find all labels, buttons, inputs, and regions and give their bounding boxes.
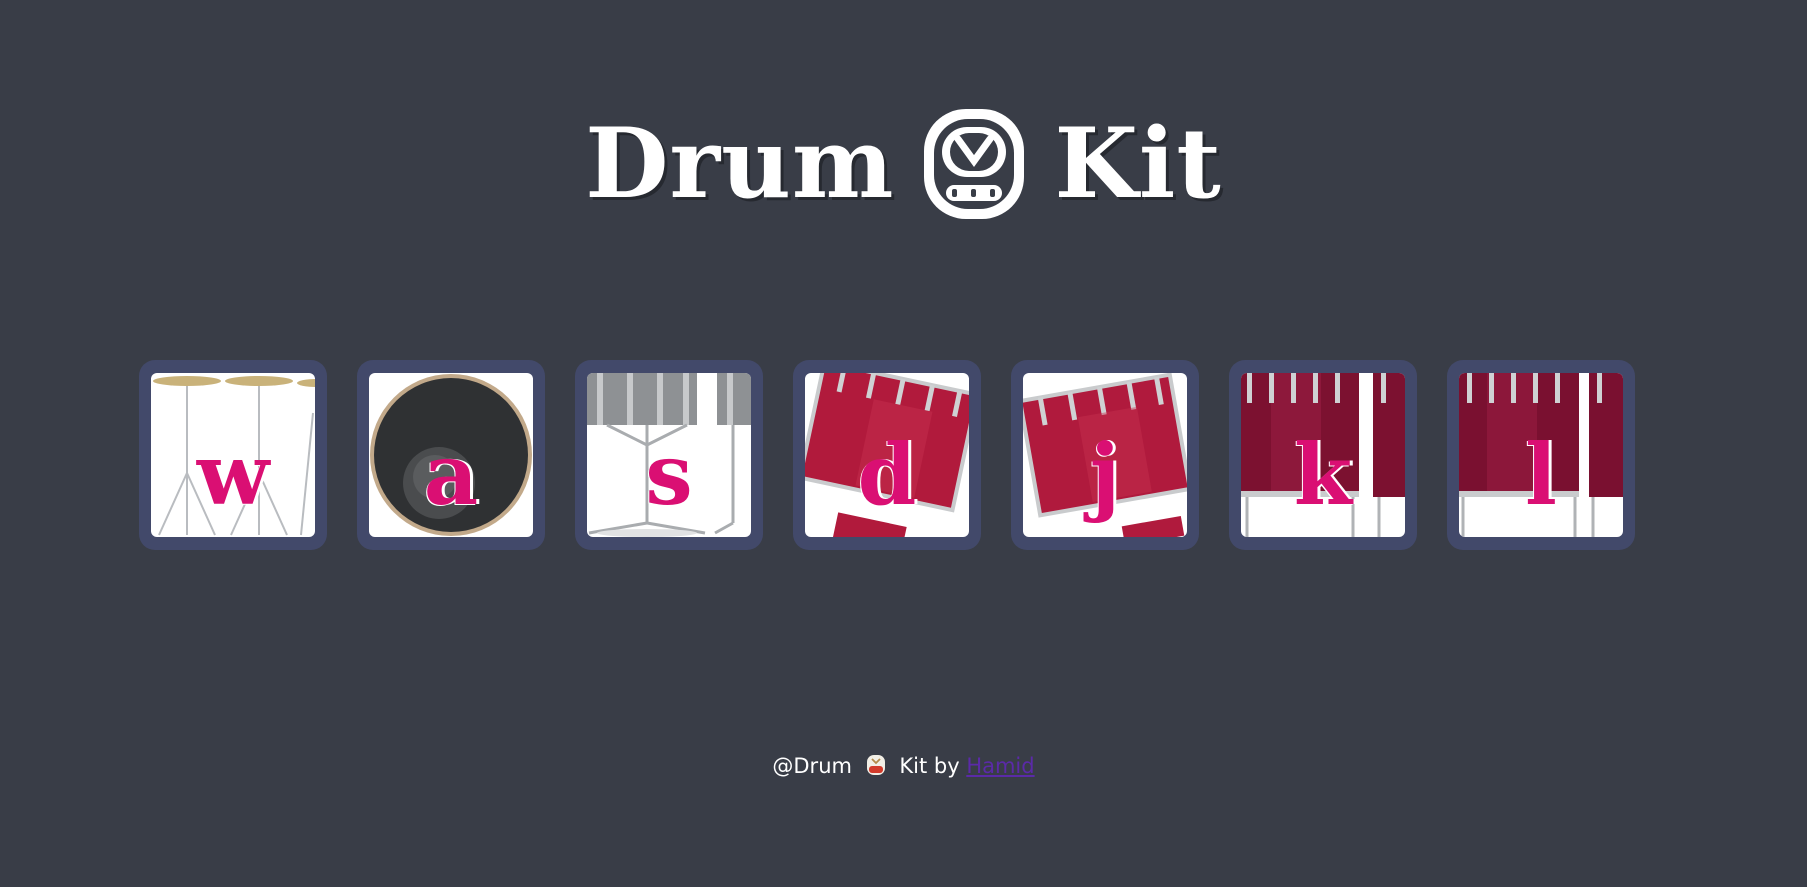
title-drum: Drum xyxy=(585,107,895,221)
drum-pad-w[interactable]: w xyxy=(139,360,327,550)
tom-1-image: d xyxy=(805,373,969,537)
drum-pad-d[interactable]: d xyxy=(793,360,981,550)
pad-key-label: l xyxy=(1525,425,1557,524)
kick-drum-image: a xyxy=(369,373,533,537)
pad-key-label: k xyxy=(1293,425,1353,524)
author-link[interactable]: Hamid xyxy=(966,754,1034,778)
drum-emoji-icon xyxy=(866,755,885,775)
drum-pad-s[interactable]: s xyxy=(575,360,763,550)
page-title: Drum Kit xyxy=(0,92,1807,228)
pad-key-label: s xyxy=(645,425,693,524)
footer-middle: Kit by xyxy=(899,754,960,778)
floor-tom-image: l xyxy=(1459,373,1623,537)
pad-key-label: w xyxy=(196,425,270,524)
drum-pad-l[interactable]: l xyxy=(1447,360,1635,550)
crash-cymbal-image: w xyxy=(151,373,315,537)
pad-key-label: d xyxy=(857,425,917,524)
pad-key-label: j xyxy=(1089,425,1121,524)
footer: @Drum Kit by Hamid xyxy=(0,752,1807,780)
pad-key-label: a xyxy=(423,425,479,524)
title-kit: Kit xyxy=(1054,107,1222,221)
drum-pad-j[interactable]: j xyxy=(1011,360,1199,550)
footer-prefix: @Drum xyxy=(772,754,852,778)
drum-pad-k[interactable]: k xyxy=(1229,360,1417,550)
tom-3-image: k xyxy=(1241,373,1405,537)
drum-pad-a[interactable]: a xyxy=(357,360,545,550)
snare-drum-image: s xyxy=(587,373,751,537)
tom-2-image: j xyxy=(1023,373,1187,537)
drum-face-icon xyxy=(924,109,1025,220)
